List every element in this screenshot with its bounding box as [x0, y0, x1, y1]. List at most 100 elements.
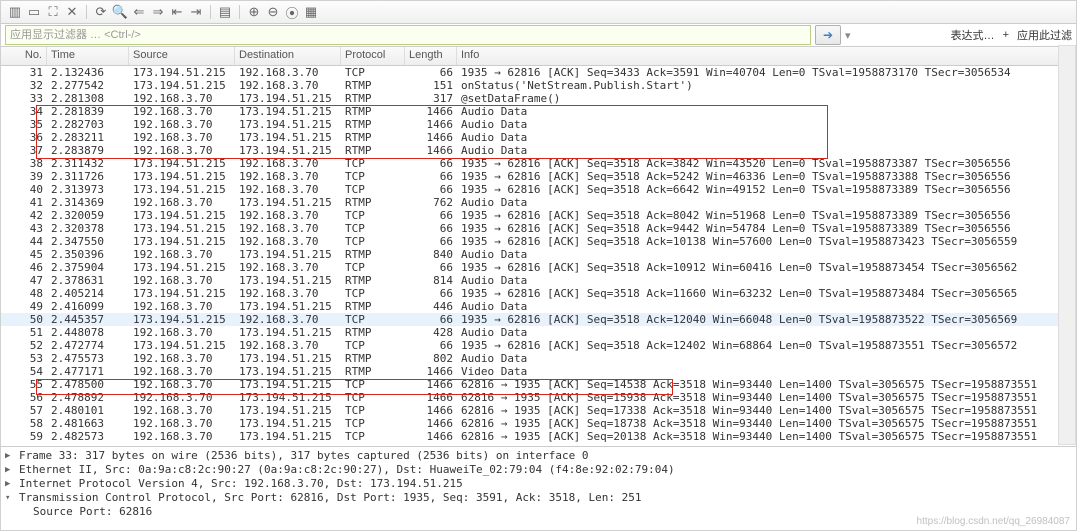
add-button[interactable]: +	[1003, 29, 1009, 41]
detail-srcport[interactable]: Source Port: 62816	[5, 505, 1072, 519]
packet-row[interactable]: 392.311726173.194.51.215192.168.3.70TCP6…	[1, 170, 1076, 183]
dropdown-icon[interactable]: ▾	[845, 29, 851, 42]
back-icon[interactable]: ⇐	[131, 4, 147, 20]
packet-row[interactable]: 582.481663192.168.3.70173.194.51.215TCP1…	[1, 417, 1076, 430]
header-src[interactable]: Source	[129, 47, 235, 65]
header-proto[interactable]: Protocol	[341, 47, 405, 65]
autoscroll-icon[interactable]: ▤	[217, 4, 233, 20]
packet-row[interactable]: 322.277542173.194.51.215192.168.3.70RTMP…	[1, 79, 1076, 92]
cell-time: 2.132436	[47, 66, 129, 79]
packet-row[interactable]: 412.314369192.168.3.70173.194.51.215RTMP…	[1, 196, 1076, 209]
cell-info: 62816 → 1935 [ACK] Seq=20138 Ack=3518 Wi…	[457, 430, 1076, 443]
find-icon[interactable]: 🔍	[112, 4, 128, 20]
cell-time: 2.283879	[47, 144, 129, 157]
apply-filter-button[interactable]: ➔	[815, 25, 841, 45]
detail-tcp[interactable]: ▾Transmission Control Protocol, Src Port…	[5, 491, 1072, 505]
cell-time: 2.477171	[47, 365, 129, 378]
packet-row[interactable]: 372.283879192.168.3.70173.194.51.215RTMP…	[1, 144, 1076, 157]
expression-label[interactable]: 表达式…	[951, 27, 995, 43]
packet-row[interactable]: 382.311432173.194.51.215192.168.3.70TCP6…	[1, 157, 1076, 170]
packet-row[interactable]: 592.482573192.168.3.70173.194.51.215TCP1…	[1, 430, 1076, 443]
expand-icon[interactable]: ▶	[5, 463, 15, 477]
cell-time: 2.378631	[47, 274, 129, 287]
packet-row[interactable]: 442.347550173.194.51.215192.168.3.70TCP6…	[1, 235, 1076, 248]
forward-icon[interactable]: ⇒	[150, 4, 166, 20]
packet-row[interactable]: 502.445357173.194.51.215192.168.3.70TCP6…	[1, 313, 1076, 326]
cell-time: 2.311726	[47, 170, 129, 183]
cell-len: 317	[405, 92, 457, 105]
cell-no: 58	[1, 417, 47, 430]
cell-time: 2.478892	[47, 391, 129, 404]
header-dst[interactable]: Destination	[235, 47, 341, 65]
header-no[interactable]: No.	[1, 47, 47, 65]
packet-row[interactable]: 462.375904173.194.51.215192.168.3.70TCP6…	[1, 261, 1076, 274]
cell-len: 1466	[405, 105, 457, 118]
packet-row[interactable]: 452.350396192.168.3.70173.194.51.215RTMP…	[1, 248, 1076, 261]
save-icon[interactable]: ⛶	[45, 4, 61, 20]
vertical-scrollbar[interactable]	[1058, 45, 1076, 445]
open-icon[interactable]: ▭	[26, 4, 42, 20]
cell-proto: TCP	[341, 170, 405, 183]
header-time[interactable]: Time	[47, 47, 129, 65]
packet-details[interactable]: ▶Frame 33: 317 bytes on wire (2536 bits)…	[1, 446, 1076, 521]
detail-ethernet[interactable]: ▶Ethernet II, Src: 0a:9a:c8:2c:90:27 (0a…	[5, 463, 1072, 477]
cell-no: 37	[1, 144, 47, 157]
detail-frame[interactable]: ▶Frame 33: 317 bytes on wire (2536 bits)…	[5, 449, 1072, 463]
cell-proto: TCP	[341, 404, 405, 417]
packet-row[interactable]: 332.281308192.168.3.70173.194.51.215RTMP…	[1, 92, 1076, 105]
packet-row[interactable]: 532.475573192.168.3.70173.194.51.215RTMP…	[1, 352, 1076, 365]
cell-no: 36	[1, 131, 47, 144]
packet-row[interactable]: 542.477171192.168.3.70173.194.51.215RTMP…	[1, 365, 1076, 378]
packet-row[interactable]: 572.480101192.168.3.70173.194.51.215TCP1…	[1, 404, 1076, 417]
expand-icon[interactable]: ▶	[5, 477, 15, 491]
detail-ip[interactable]: ▶Internet Protocol Version 4, Src: 192.1…	[5, 477, 1072, 491]
cell-proto: RTMP	[341, 365, 405, 378]
cell-info: 62816 → 1935 [ACK] Seq=17338 Ack=3518 Wi…	[457, 404, 1076, 417]
header-len[interactable]: Length	[405, 47, 457, 65]
packet-row[interactable]: 472.378631192.168.3.70173.194.51.215RTMP…	[1, 274, 1076, 287]
header-info[interactable]: Info	[457, 47, 1076, 65]
cell-no: 49	[1, 300, 47, 313]
packet-row[interactable]: 352.282703192.168.3.70173.194.51.215RTMP…	[1, 118, 1076, 131]
cell-info: Audio Data	[457, 326, 1076, 339]
cell-len: 1466	[405, 378, 457, 391]
reload-icon[interactable]: ⟳	[93, 4, 109, 20]
cell-len: 66	[405, 170, 457, 183]
packet-row[interactable]: 342.281839192.168.3.70173.194.51.215RTMP…	[1, 105, 1076, 118]
zoom-in-icon[interactable]: ⊕	[246, 4, 262, 20]
zoom-reset-icon[interactable]: ⦿	[284, 4, 300, 20]
cell-dst: 192.168.3.70	[235, 183, 341, 196]
packet-row[interactable]: 312.132436173.194.51.215192.168.3.70TCP6…	[1, 66, 1076, 79]
packet-row[interactable]: 522.472774173.194.51.215192.168.3.70TCP6…	[1, 339, 1076, 352]
packet-row[interactable]: 402.313973173.194.51.215192.168.3.70TCP6…	[1, 183, 1076, 196]
packet-row[interactable]: 432.320378173.194.51.215192.168.3.70TCP6…	[1, 222, 1076, 235]
packet-row[interactable]: 482.405214173.194.51.215192.168.3.70TCP6…	[1, 287, 1076, 300]
packet-list[interactable]: 312.132436173.194.51.215192.168.3.70TCP6…	[1, 66, 1076, 446]
cell-no: 54	[1, 365, 47, 378]
zoom-out-icon[interactable]: ⊖	[265, 4, 281, 20]
cell-proto: RTMP	[341, 300, 405, 313]
expand-icon[interactable]: ▶	[5, 449, 15, 463]
cell-src: 192.168.3.70	[129, 430, 235, 443]
collapse-icon[interactable]: ▾	[5, 491, 15, 505]
packet-row[interactable]: 552.478500192.168.3.70173.194.51.215TCP1…	[1, 378, 1076, 391]
cell-dst: 173.194.51.215	[235, 326, 341, 339]
resize-icon[interactable]: ▦	[303, 4, 319, 20]
goto-first-icon[interactable]: ⇤	[169, 4, 185, 20]
cell-proto: RTMP	[341, 92, 405, 105]
cell-info: Audio Data	[457, 144, 1076, 157]
packet-row[interactable]: 362.283211192.168.3.70173.194.51.215RTMP…	[1, 131, 1076, 144]
apply-filter-label[interactable]: 应用此过滤	[1017, 27, 1072, 43]
file-icon[interactable]: ▥	[7, 4, 23, 20]
packet-row[interactable]: 562.478892192.168.3.70173.194.51.215TCP1…	[1, 391, 1076, 404]
packet-row[interactable]: 492.416099192.168.3.70173.194.51.215RTMP…	[1, 300, 1076, 313]
packet-row[interactable]: 422.320059173.194.51.215192.168.3.70TCP6…	[1, 209, 1076, 222]
close-icon[interactable]: ✕	[64, 4, 80, 20]
cell-time: 2.314369	[47, 196, 129, 209]
goto-last-icon[interactable]: ⇥	[188, 4, 204, 20]
cell-proto: TCP	[341, 430, 405, 443]
cell-info: 1935 → 62816 [ACK] Seq=3518 Ack=9442 Win…	[457, 222, 1076, 235]
cell-time: 2.281839	[47, 105, 129, 118]
display-filter-input[interactable]	[5, 25, 811, 45]
packet-row[interactable]: 512.448078192.168.3.70173.194.51.215RTMP…	[1, 326, 1076, 339]
